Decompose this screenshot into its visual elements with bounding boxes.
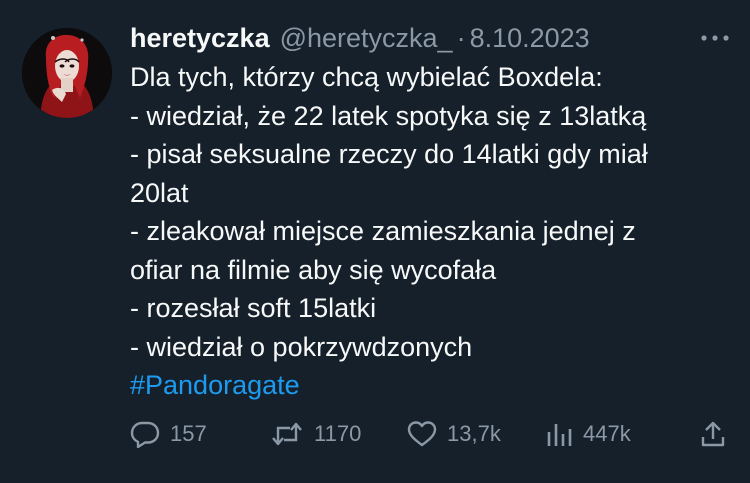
retweet-icon	[272, 422, 302, 446]
reply-count: 157	[170, 421, 207, 446]
retweet-button[interactable]: 1170	[270, 420, 361, 448]
author-avatar[interactable]	[22, 28, 112, 118]
like-button[interactable]: 13,7k	[407, 420, 501, 448]
tweet-line: 20lat	[130, 177, 189, 208]
tweet-date[interactable]: 8.10.2023	[470, 23, 590, 54]
tweet-line: - pisał seksualne rzeczy do 14latki gdy …	[130, 139, 648, 169]
tweet-line: - zleakował miejsce zamieszkania jednej …	[130, 216, 636, 246]
tweet-line: - rozesłał soft 15latki	[130, 293, 377, 323]
header-separator: ·	[456, 22, 466, 53]
views-button[interactable]: 447k	[545, 420, 631, 448]
tweet-actions: 157 1170 13,7k 447k	[130, 415, 726, 453]
reply-icon	[130, 421, 160, 448]
tweet-line: Dla tych, którzy chcą wybielać Boxdela:	[130, 62, 603, 92]
hashtag-link[interactable]: #Pandoragate	[130, 366, 724, 405]
tweet-line: - wiedział o pokrzywdzonych	[130, 331, 473, 362]
more-icon[interactable]	[700, 22, 730, 54]
tweet-header: heretyczka @heretyczka_ · 8.10.2023	[130, 22, 730, 54]
author-name[interactable]: heretyczka	[130, 23, 270, 54]
more-dots-icon	[701, 35, 729, 41]
share-icon	[701, 421, 725, 447]
reply-button[interactable]: 157	[130, 420, 207, 448]
avatar-image	[22, 28, 112, 118]
like-icon	[407, 421, 437, 447]
views-count: 447k	[583, 421, 631, 446]
tweet-line: - wiedział, że 22 latek spotyka się z 13…	[130, 100, 647, 131]
tweet-text: Dla tych, którzy chcą wybielać Boxdela: …	[130, 58, 724, 405]
author-handle[interactable]: @heretyczka_	[280, 23, 453, 54]
tweet-card: heretyczka @heretyczka_ · 8.10.2023 Dla …	[0, 0, 750, 483]
share-button[interactable]	[700, 420, 726, 448]
like-count: 13,7k	[447, 421, 501, 446]
retweet-count: 1170	[314, 421, 362, 446]
views-icon	[547, 424, 572, 446]
tweet-line: ofiar na filmie aby się wycofała	[130, 254, 497, 285]
